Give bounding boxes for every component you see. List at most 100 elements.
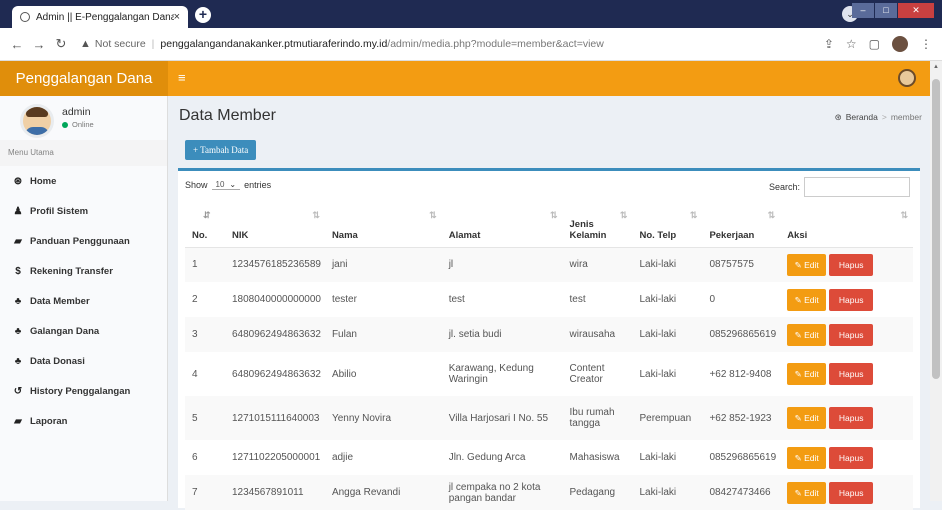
url-path[interactable]: /admin/media.php?module=member&act=view: [387, 38, 604, 50]
column-header-label: No. Telp: [639, 229, 677, 241]
forward-icon[interactable]: →: [30, 37, 48, 52]
edit-button[interactable]: ✎ Edit: [787, 363, 827, 385]
action-cell: ✎ Edit Hapus: [780, 475, 913, 510]
edit-button[interactable]: ✎ Edit: [787, 446, 827, 469]
table-cell: Fulan: [331, 329, 357, 340]
not-secure-label[interactable]: Not secure: [95, 38, 146, 50]
column-header[interactable]: ⇵ No.: [185, 206, 225, 248]
breadcrumb-home[interactable]: Beranda: [846, 112, 878, 123]
edit-button[interactable]: ✎ Edit: [787, 323, 827, 346]
entries-select[interactable]: 10 ⌄: [211, 180, 241, 190]
menu-heading: Menu Utama: [0, 140, 167, 166]
edit-button[interactable]: ✎ Edit: [787, 253, 827, 276]
table-body: 1 1234576185236589 jani jl wira Laki-laki 0875…: [185, 247, 913, 510]
maximize-button[interactable]: □: [875, 3, 897, 18]
edit-label: Edit: [804, 369, 819, 379]
scroll-thumb[interactable]: [932, 79, 940, 379]
delete-button[interactable]: Hapus: [829, 363, 874, 385]
search-label: Search:: [768, 182, 800, 192]
column-header[interactable]: ⇅ NIK: [224, 206, 325, 248]
profile-avatar-icon[interactable]: [892, 36, 908, 52]
delete-button[interactable]: Hapus: [829, 446, 874, 469]
entries-length: Show 10 ⌄ entries: [185, 180, 271, 190]
column-header[interactable]: ⇅ Aksi: [780, 206, 913, 248]
scroll-up-arrow-icon[interactable]: ▲: [930, 61, 942, 73]
sidebar-item[interactable]: ↺ History Penggalangan: [0, 376, 167, 406]
page-scrollbar[interactable]: ▲: [930, 61, 942, 501]
tab-close-icon[interactable]: ×: [174, 11, 180, 23]
new-tab-button[interactable]: +: [195, 7, 211, 23]
minimize-button[interactable]: –: [852, 3, 874, 18]
member-table: ⇵ No. ⇅ NIK ⇅ Nama ⇅ Alamat ⇅ Jenis Kelamin ⇅ No. T…: [185, 206, 913, 510]
column-header[interactable]: ⇅ Jenis Kelamin: [562, 206, 633, 248]
browser-tab[interactable]: Admin || E-Penggalangan Dana ×: [12, 6, 188, 28]
table-row: 4 6480962494863632 Abilio Karawang, Kedung …: [185, 352, 913, 396]
sidebar-item-label: Profil Sistem: [30, 205, 89, 217]
table-cell: 6: [192, 452, 198, 463]
sort-icon: ⇵: [203, 210, 211, 220]
dashboard-icon: ⊛: [834, 112, 842, 122]
menu-toggle-icon[interactable]: ≡: [178, 70, 186, 85]
sidebar-item[interactable]: $ Rekening Transfer: [0, 256, 167, 286]
sidebar-item[interactable]: ⊛ Home: [0, 166, 167, 196]
back-icon[interactable]: ←: [8, 37, 26, 52]
browser-menu-icon[interactable]: ⋮: [920, 37, 932, 51]
sidebar-item[interactable]: ▰ Laporan: [0, 406, 167, 436]
delete-button[interactable]: Hapus: [829, 288, 874, 311]
sidebar-item[interactable]: ▰ Panduan Penggunaan: [0, 226, 167, 256]
table-cell: Content Creator: [569, 363, 605, 385]
sidebar-item[interactable]: ♣ Data Member: [0, 286, 167, 316]
share-icon[interactable]: ⇪: [824, 37, 834, 51]
delete-button[interactable]: Hapus: [829, 407, 874, 429]
column-header[interactable]: ⇅ No. Telp: [632, 206, 703, 248]
table-cell: jl cempaka no 2 kota pangan bandar: [448, 481, 541, 504]
header-user-avatar[interactable]: [898, 69, 916, 87]
sidepanel-icon[interactable]: ▢: [869, 37, 880, 51]
table-cell: jani: [331, 259, 348, 271]
table-cell: Karawang, Kedung Waringin: [448, 363, 534, 385]
reload-icon[interactable]: ↻: [52, 36, 70, 52]
sort-icon: ⇅: [429, 210, 437, 220]
table-header-row: ⇵ No. ⇅ NIK ⇅ Nama ⇅ Alamat ⇅ Jenis Kelamin ⇅ No. T…: [185, 206, 913, 248]
url-field[interactable]: ▲ Not secure | penggalangandanakanker.pt…: [80, 38, 604, 50]
app-brand[interactable]: Penggalangan Dana: [0, 61, 168, 96]
bookmark-star-icon[interactable]: ☆: [846, 37, 857, 51]
sidebar-item[interactable]: ♟ Profil Sistem: [0, 196, 167, 226]
column-header[interactable]: ⇅ Nama: [324, 206, 442, 248]
column-header[interactable]: ⇅ Pekerjaan: [702, 206, 781, 248]
warning-icon[interactable]: ▲: [80, 38, 91, 50]
table-row: 2 1808040000000000 tester test test Laki-laki…: [185, 282, 913, 317]
table-search: Search:: [769, 177, 910, 197]
column-header-label: Jenis Kelamin: [569, 218, 607, 241]
add-data-button[interactable]: + Tambah Data: [185, 140, 257, 160]
delete-button[interactable]: Hapus: [829, 253, 874, 276]
user-status: Online: [62, 120, 94, 129]
column-header-label: NIK: [231, 229, 249, 241]
table-cell: 1271102205000001: [231, 452, 321, 463]
sidebar-item[interactable]: ♣ Galangan Dana: [0, 316, 167, 346]
column-header[interactable]: ⇅ Alamat: [441, 206, 563, 248]
table-cell: Angga Revandi: [331, 487, 401, 498]
users-icon: ♣: [14, 325, 22, 337]
sidebar: admin Online Menu Utama ⊛ Home ♟ Profil Sis…: [0, 96, 168, 501]
delete-button[interactable]: Hapus: [829, 481, 874, 504]
sidebar-item-label: Data Donasi: [30, 355, 85, 367]
sidebar-item[interactable]: ♣ Data Donasi: [0, 346, 167, 376]
sort-icon: ⇅: [619, 210, 628, 220]
edit-icon: ✎: [794, 259, 805, 270]
edit-button[interactable]: ✎ Edit: [787, 407, 827, 429]
users-icon: ♣: [14, 355, 22, 367]
browser-actions: ⇪ ☆ ▢ ⋮: [824, 36, 932, 52]
search-input[interactable]: [804, 177, 910, 197]
window-close-button[interactable]: ✕: [898, 3, 934, 18]
table-cell: 1271015111640003: [231, 412, 320, 424]
edit-button[interactable]: ✎ Edit: [787, 288, 827, 311]
breadcrumb-separator: >: [881, 112, 887, 122]
url-host[interactable]: penggalangandanakanker.ptmutiaraferindo.…: [160, 38, 387, 50]
table-cell: 085296865619: [709, 452, 777, 463]
table-cell: +62 812-9408: [709, 368, 772, 380]
edit-button[interactable]: ✎ Edit: [787, 481, 827, 504]
edit-label: Edit: [804, 487, 819, 498]
edit-label: Edit: [804, 294, 819, 305]
delete-button[interactable]: Hapus: [829, 323, 874, 346]
